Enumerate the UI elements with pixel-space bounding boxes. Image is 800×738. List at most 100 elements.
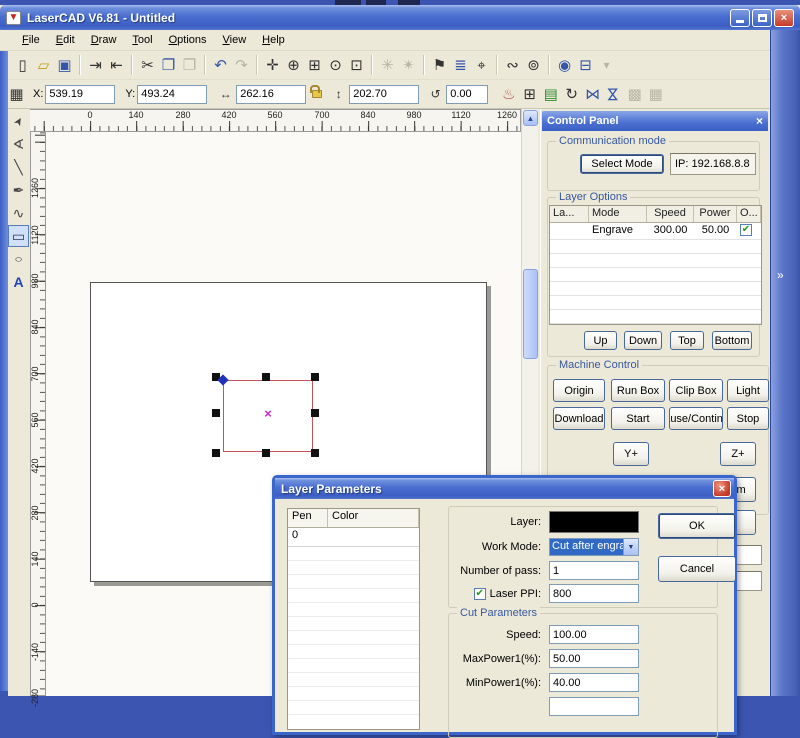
layer-power[interactable]: 50.00 [694, 223, 737, 239]
cut-icon[interactable]: ✂ [137, 55, 158, 76]
text-tool[interactable]: A [8, 271, 29, 293]
array-copy-icon[interactable]: ⊞ [519, 84, 540, 105]
zoom-page-icon[interactable]: ⊡ [346, 55, 367, 76]
pen-number[interactable]: 0 [288, 528, 328, 546]
new-icon[interactable]: ▯ [12, 55, 33, 76]
aspect-lock-icon[interactable] [312, 90, 322, 98]
stop-button[interactable]: Stop [727, 407, 769, 430]
close-button[interactable]: × [774, 9, 794, 27]
selection-handle[interactable] [212, 449, 220, 457]
clipped-input[interactable] [549, 697, 639, 716]
scroll-up-button[interactable]: ▲ [523, 110, 538, 126]
col-output[interactable]: O... [737, 206, 761, 222]
pick-icon[interactable]: ⌖ [471, 55, 492, 76]
laser-ppi-checkbox[interactable]: ✔ [474, 588, 486, 600]
edit-tool-icon[interactable]: ⚑ [429, 55, 450, 76]
scrollbar-thumb[interactable] [523, 269, 538, 359]
selection-handle[interactable] [311, 449, 319, 457]
menu-file[interactable]: File [14, 32, 48, 48]
minpower-partial-input[interactable] [549, 673, 639, 692]
simulate-icon[interactable]: ◉ [554, 55, 575, 76]
line-tool[interactable]: ╲ [8, 156, 29, 178]
maxpower-input[interactable] [549, 649, 639, 668]
dialog-close-button[interactable]: × [713, 480, 731, 497]
speed-input[interactable] [549, 625, 639, 644]
light-button[interactable]: Light [727, 379, 769, 402]
node-tool[interactable]: ∢ [8, 133, 29, 155]
toolbar-more-icon[interactable]: ▾ [596, 55, 617, 76]
ellipse-tool[interactable]: ○ [8, 248, 29, 270]
layer-output-checkbox[interactable]: ✔ [740, 224, 752, 236]
select-tool[interactable]: ➤ [8, 110, 29, 132]
width-input[interactable] [236, 85, 306, 104]
title-bar[interactable]: ▼ LaserCAD V6.81 - Untitled × [0, 5, 800, 30]
control-panel-header[interactable]: Control Panel × [542, 111, 768, 131]
col-speed[interactable]: Speed [647, 206, 694, 222]
save-icon[interactable]: ▣ [54, 55, 75, 76]
run-box-button[interactable]: Run Box [611, 379, 665, 402]
origin-button[interactable]: Origin [553, 379, 605, 402]
download-button[interactable]: Download [553, 407, 605, 430]
layer-speed[interactable]: 300.00 [647, 223, 694, 239]
pen-table[interactable]: Pen Color 0 [287, 508, 420, 730]
dialog-title-bar[interactable]: Layer Parameters [275, 478, 734, 499]
selection-handle[interactable] [262, 373, 270, 381]
menu-help[interactable]: Help [254, 32, 293, 48]
x-input[interactable] [45, 85, 115, 104]
copy-icon[interactable]: ❐ [158, 55, 179, 76]
layer-mode[interactable]: Engrave [589, 223, 647, 239]
import-icon[interactable]: ⇥ [85, 55, 106, 76]
laser-ppi-input[interactable] [549, 584, 639, 603]
zoom-window-icon[interactable]: ⊞ [304, 55, 325, 76]
menu-view[interactable]: View [215, 32, 255, 48]
pan-icon[interactable]: ✛ [262, 55, 283, 76]
y-input[interactable] [137, 85, 207, 104]
size-lock-icon[interactable]: ▩ [624, 84, 645, 105]
work-mode-combo[interactable]: Cut after engrav ▼ [549, 538, 639, 556]
node-edit-icon[interactable]: ∾ [502, 55, 523, 76]
layer-table[interactable]: La... Mode Speed Power O... Engrave 300.… [549, 205, 762, 325]
preview-icon[interactable]: ⊟ [575, 55, 596, 76]
grid-icon[interactable]: ▦ [645, 84, 666, 105]
pen-tool[interactable]: ✒ [8, 179, 29, 201]
stamp-icon[interactable]: ♨ [498, 84, 519, 105]
undo-icon[interactable]: ↶ [210, 55, 231, 76]
selection-handle[interactable] [311, 409, 319, 417]
mirror-horizontal-icon[interactable]: ⋈ [582, 84, 603, 105]
zoom-in-icon[interactable]: ⊕ [283, 55, 304, 76]
export-icon[interactable]: ⇤ [106, 55, 127, 76]
layer-row[interactable]: Engrave 300.00 50.00 ✔ [550, 223, 761, 240]
selection-handle[interactable] [212, 409, 220, 417]
minimize-button[interactable] [730, 9, 750, 27]
cancel-button[interactable]: Cancel [658, 556, 736, 582]
col-layer[interactable]: La... [550, 206, 589, 222]
jog-y-plus-button[interactable]: Y+ [613, 442, 649, 466]
menu-tool[interactable]: Tool [124, 32, 160, 48]
ok-button[interactable]: OK [658, 513, 736, 539]
layer-top-button[interactable]: Top [670, 331, 704, 350]
selection-handle[interactable] [311, 373, 319, 381]
open-icon[interactable]: ▱ [33, 55, 54, 76]
ungroup-icon[interactable]: ✴ [398, 55, 419, 76]
pen-row[interactable]: 0 [288, 528, 419, 547]
docked-panel-bar[interactable]: » [770, 30, 800, 696]
clip-box-button[interactable]: Clip Box [669, 379, 723, 402]
redo-icon[interactable]: ↷ [231, 55, 252, 76]
select-mode-button[interactable]: Select Mode [580, 154, 664, 174]
dialog-layer-swatch[interactable] [549, 511, 639, 533]
height-input[interactable] [349, 85, 419, 104]
anchor-grid-icon[interactable]: ▦ [6, 84, 27, 105]
expand-chevron-icon[interactable]: » [777, 268, 784, 282]
angle-input[interactable] [446, 85, 488, 104]
menu-draw[interactable]: Draw [83, 32, 125, 48]
layer-down-button[interactable]: Down [624, 331, 662, 350]
options-list-icon[interactable]: ≣ [450, 55, 471, 76]
chevron-down-icon[interactable]: ▼ [623, 539, 638, 555]
paste-icon[interactable]: ❐ [179, 55, 200, 76]
rotate-hand-icon[interactable]: ↻ [561, 84, 582, 105]
panel-close-icon[interactable]: × [756, 114, 763, 128]
menu-options[interactable]: Options [161, 32, 215, 48]
col-power[interactable]: Power [694, 206, 737, 222]
rectangle-tool[interactable]: ▭ [8, 225, 29, 247]
start-button[interactable]: Start [611, 407, 665, 430]
